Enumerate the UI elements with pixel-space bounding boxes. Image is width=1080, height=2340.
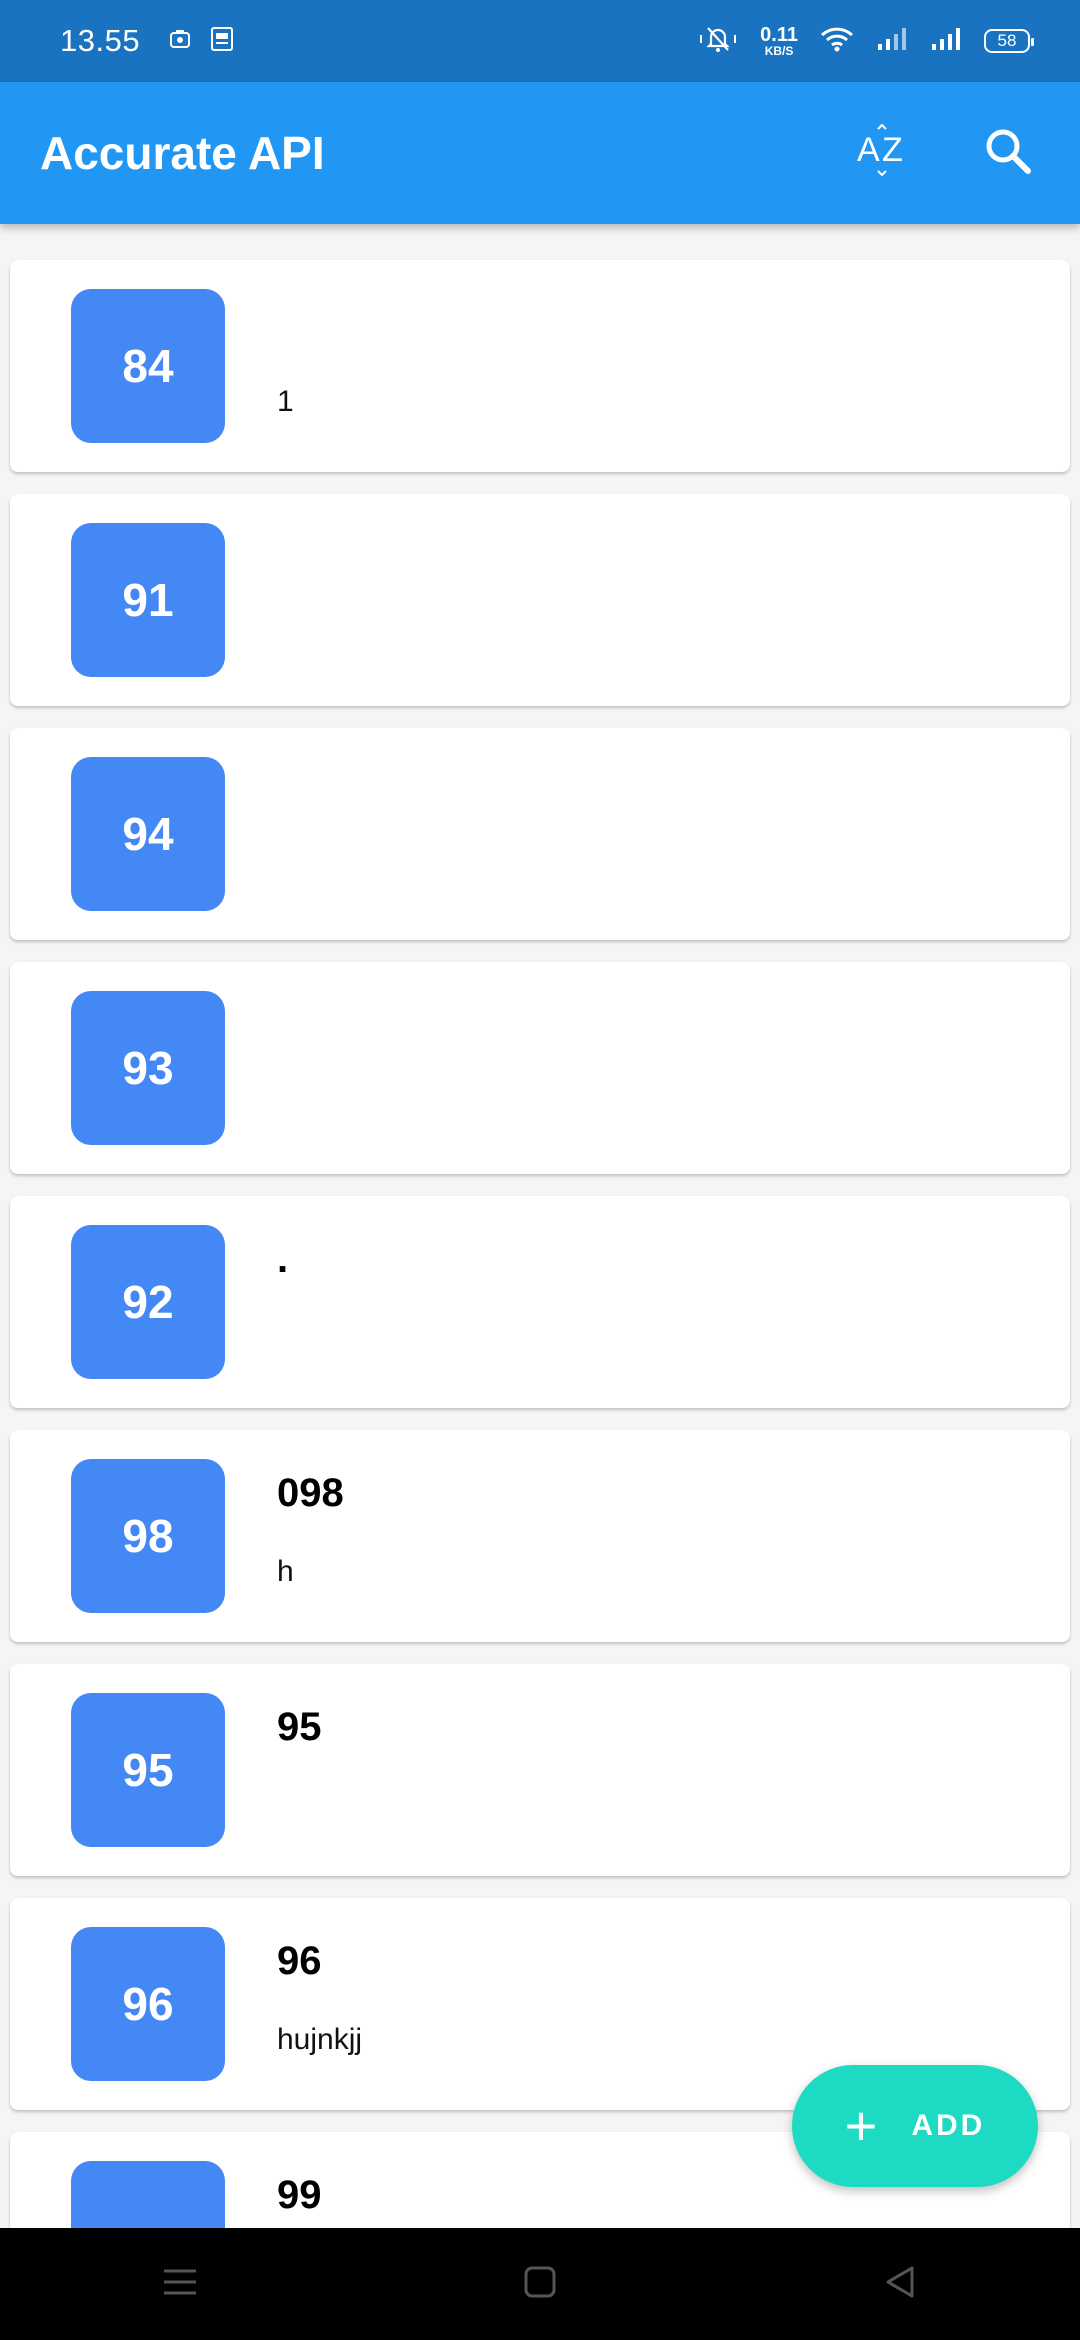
network-speed-value: 0.11 [760, 24, 798, 46]
status-bar: 13.55 0.11 KB/S 58 [0, 0, 1080, 82]
app-bar: Accurate API A Z [0, 82, 1080, 224]
id-badge [71, 2161, 225, 2228]
search-icon [983, 126, 1033, 181]
plus-icon: + [844, 2094, 878, 2157]
id-badge: 96 [71, 1927, 225, 2081]
item-subtitle: 1 [277, 385, 294, 418]
id-badge: 98 [71, 1459, 225, 1613]
sort-alpha-icon: A Z [856, 123, 912, 184]
nav-menu-button[interactable] [140, 2244, 220, 2324]
list-item[interactable]: 84 1 [10, 260, 1070, 472]
back-triangle-icon [882, 2264, 918, 2305]
page-title: Accurate API [40, 127, 325, 179]
id-badge: 84 [71, 289, 225, 443]
notification-image-icon [210, 26, 234, 57]
id-badge: 95 [71, 1693, 225, 1847]
battery-icon: 58 [984, 29, 1034, 53]
sort-button[interactable]: A Z [852, 121, 916, 185]
wifi-icon [820, 25, 854, 58]
add-button[interactable]: + ADD [792, 2065, 1038, 2187]
item-title: 95 [277, 1705, 322, 1749]
network-speed-unit: KB/S [764, 44, 794, 58]
id-badge: 94 [71, 757, 225, 911]
id-badge: 92 [71, 1225, 225, 1379]
mute-vibrate-icon [698, 24, 738, 59]
notification-app-icon [168, 27, 192, 56]
item-title: . [277, 1237, 289, 1281]
signal-icon-1 [876, 26, 908, 57]
signal-icon-2 [930, 26, 962, 57]
home-square-icon [522, 2264, 558, 2305]
svg-text:Z: Z [882, 131, 903, 169]
item-subtitle: hujnkjj [277, 2023, 363, 2056]
status-time: 13.55 [60, 23, 141, 58]
item-subtitle: h [277, 1555, 294, 1588]
nav-back-button[interactable] [860, 2244, 940, 2324]
id-badge: 93 [71, 991, 225, 1145]
svg-text:A: A [857, 131, 880, 169]
system-nav-bar [0, 2228, 1080, 2340]
nav-home-button[interactable] [500, 2244, 580, 2324]
id-badge: 91 [71, 523, 225, 677]
menu-icon [160, 2265, 200, 2304]
search-button[interactable] [976, 121, 1040, 185]
list-item[interactable]: 93 [10, 962, 1070, 1174]
item-list[interactable]: 84 1 91 94 93 92 . 98 098 h 95 95 96 96 … [0, 224, 1080, 2228]
list-item[interactable]: 98 098 h [10, 1430, 1070, 1642]
item-title: 098 [277, 1471, 344, 1515]
item-title: 99 [277, 2173, 322, 2217]
list-item[interactable]: 95 95 [10, 1664, 1070, 1876]
list-item[interactable]: 92 . [10, 1196, 1070, 1408]
network-speed: 0.11 KB/S [760, 25, 798, 57]
list-item[interactable]: 94 [10, 728, 1070, 940]
item-title: 96 [277, 1939, 322, 1983]
battery-level: 58 [997, 31, 1017, 50]
list-item[interactable]: 91 [10, 494, 1070, 706]
add-button-label: ADD [911, 2109, 986, 2142]
